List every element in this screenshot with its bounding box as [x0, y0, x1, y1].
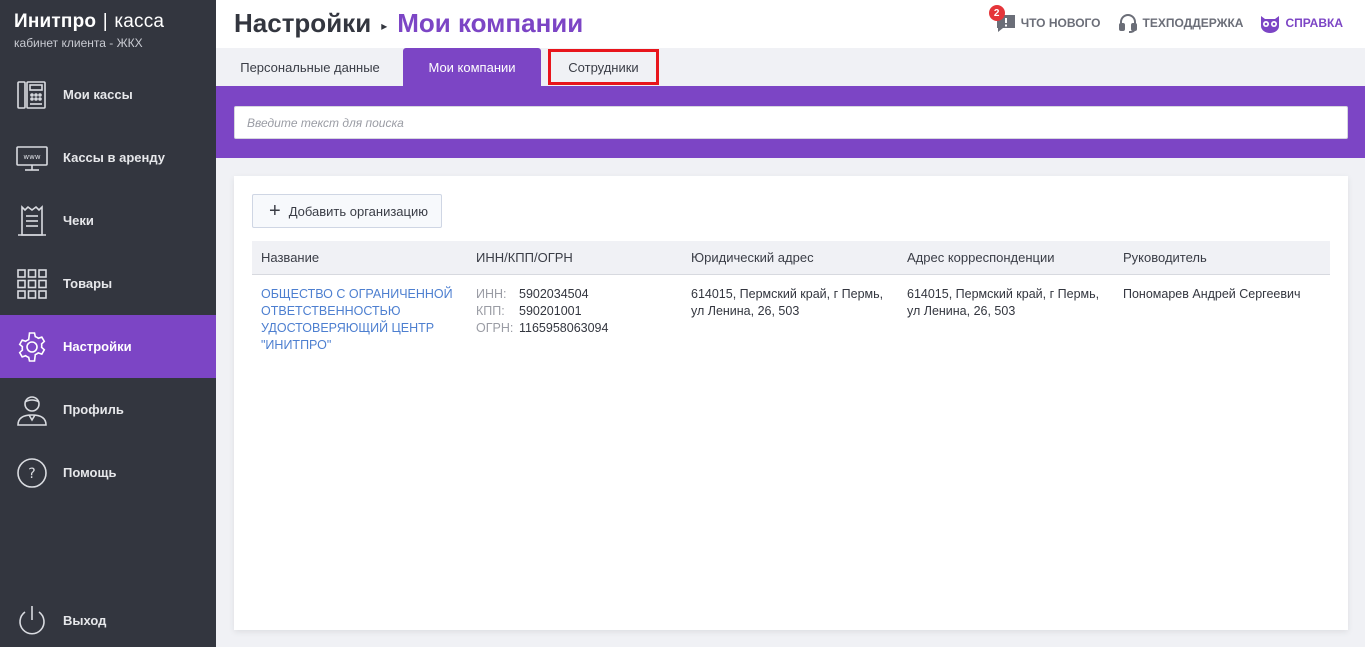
- tab-my-companies[interactable]: Мои компании: [403, 48, 541, 86]
- table-row: ОБЩЕСТВО С ОГРАНИЧЕННОЙ ОТВЕТСТВЕННОСТЬЮ…: [252, 275, 1330, 354]
- companies-table: Название ИНН/КПП/ОГРН Юридический адрес …: [252, 241, 1330, 354]
- kpp-label: КПП:: [476, 304, 505, 318]
- sidebar: Инитпро | касса кабинет клиента - ЖКХ Мо…: [0, 0, 216, 647]
- column-header-postal-address: Адрес корреспонденции: [907, 250, 1055, 265]
- svg-text:?: ?: [28, 466, 35, 482]
- inn-row: ИНН: 5902034504: [476, 286, 682, 303]
- chat-alert-icon: 2: [988, 5, 1017, 34]
- cell-director: Пономарев Андрей Сергеевич: [1123, 287, 1301, 301]
- brand-separator: |: [102, 11, 108, 32]
- brand-subtitle: кабинет клиента - ЖКХ: [14, 36, 143, 50]
- whats-new-label: ЧТО НОВОГО: [1020, 16, 1101, 30]
- sidebar-item-label: Товары: [63, 276, 113, 291]
- sidebar-item-label: Профиль: [63, 402, 124, 417]
- news-badge: 2: [988, 5, 1005, 21]
- ogrn-label: ОГРН:: [476, 321, 514, 335]
- sidebar-item-label: Помощь: [63, 465, 117, 480]
- breadcrumb: Настройки ▸ Мои компании: [234, 8, 583, 39]
- search-band: [216, 86, 1365, 158]
- sidebar-item-my-kassy[interactable]: Мои кассы: [0, 63, 216, 126]
- support-link[interactable]: ТЕХПОДДЕРЖКА: [1117, 12, 1244, 34]
- receipt-icon: [15, 204, 49, 238]
- search-input[interactable]: [234, 106, 1348, 139]
- column-header-legal-address: Юридический адрес: [691, 250, 814, 265]
- cell-postal-address: 614015, Пермский край, г Пермь, ул Ленин…: [907, 287, 1100, 318]
- inn-label: ИНН:: [476, 287, 507, 301]
- kpp-value: 590201001: [519, 304, 582, 318]
- header: Настройки ▸ Мои компании 2 ЧТО НОВОГО ТЕ…: [216, 0, 1365, 48]
- breadcrumb-arrow-icon: ▸: [381, 18, 388, 33]
- monitor-www-icon: www: [15, 141, 49, 175]
- companies-card: + Добавить организацию Название ИНН/КПП/…: [234, 176, 1348, 630]
- plus-icon: +: [269, 200, 281, 222]
- add-organization-button[interactable]: + Добавить организацию: [252, 194, 442, 228]
- gear-icon: [15, 330, 49, 364]
- sidebar-item-label: Чеки: [63, 213, 94, 228]
- kpp-row: КПП: 590201001: [476, 303, 682, 320]
- brand-name: Инитпро: [14, 11, 97, 32]
- page-title: Мои компании: [397, 8, 584, 38]
- whats-new-link[interactable]: 2 ЧТО НОВОГО: [988, 5, 1101, 34]
- power-icon: [15, 604, 49, 638]
- logout-button[interactable]: Выход: [0, 589, 216, 647]
- brand: Инитпро | касса кабинет клиента - ЖКХ: [0, 0, 216, 63]
- add-organization-label: Добавить организацию: [288, 203, 428, 219]
- logout-label: Выход: [63, 613, 107, 628]
- sidebar-item-label: Мои кассы: [63, 87, 133, 102]
- table-header: Название ИНН/КПП/ОГРН Юридический адрес …: [252, 241, 1330, 275]
- question-icon: ?: [15, 456, 49, 490]
- company-link[interactable]: ОБЩЕСТВО С ОГРАНИЧЕННОЙ ОТВЕТСТВЕННОСТЬЮ…: [261, 287, 453, 352]
- brand-product: касса: [114, 11, 165, 32]
- cell-legal-address: 614015, Пермский край, г Пермь, ул Ленин…: [691, 287, 884, 318]
- brand-title: Инитпро | касса: [14, 11, 216, 33]
- sidebar-item-rent[interactable]: www Кассы в аренду: [0, 126, 216, 189]
- inn-value: 5902034504: [519, 287, 589, 301]
- sidebar-item-label: Кассы в аренду: [63, 150, 165, 165]
- help-label: СПРАВКА: [1285, 16, 1343, 30]
- cash-register-icon: [15, 78, 49, 112]
- tab-personal-data[interactable]: Персональные данные: [224, 48, 396, 86]
- column-header-name: Название: [261, 250, 320, 265]
- ogrn-value: 1165958063094: [519, 321, 609, 335]
- support-label: ТЕХПОДДЕРЖКА: [1142, 16, 1244, 30]
- sidebar-item-receipts[interactable]: Чеки: [0, 189, 216, 252]
- sidebar-item-label: Настройки: [63, 339, 132, 354]
- user-icon: [15, 393, 49, 427]
- tab-employees[interactable]: Сотрудники: [548, 49, 659, 85]
- svg-text:www: www: [23, 153, 40, 161]
- breadcrumb-root[interactable]: Настройки: [234, 8, 371, 39]
- owl-icon: [1259, 12, 1281, 34]
- sidebar-item-goods[interactable]: Товары: [0, 252, 216, 315]
- tab-bar: Персональные данные Мои компании Сотрудн…: [216, 48, 1365, 86]
- sidebar-item-profile[interactable]: Профиль: [0, 378, 216, 441]
- headset-icon: [1117, 12, 1139, 34]
- column-header-inn: ИНН/КПП/ОГРН: [476, 250, 573, 265]
- sidebar-item-help[interactable]: ? Помощь: [0, 441, 216, 504]
- cell-company-name: ОБЩЕСТВО С ОГРАНИЧЕННОЙ ОТВЕТСТВЕННОСТЬЮ…: [252, 286, 467, 354]
- grid-icon: [15, 267, 49, 301]
- column-header-director: Руководитель: [1123, 250, 1207, 265]
- ogrn-row: ОГРН: 1165958063094: [476, 320, 682, 337]
- header-links: 2 ЧТО НОВОГО ТЕХПОДДЕРЖКА СПРАВКА: [979, 5, 1343, 34]
- cell-requisites: ИНН: 5902034504 КПП: 590201001 ОГРН: 116…: [467, 286, 682, 354]
- sidebar-item-settings[interactable]: Настройки: [0, 315, 216, 378]
- help-link[interactable]: СПРАВКА: [1259, 12, 1343, 34]
